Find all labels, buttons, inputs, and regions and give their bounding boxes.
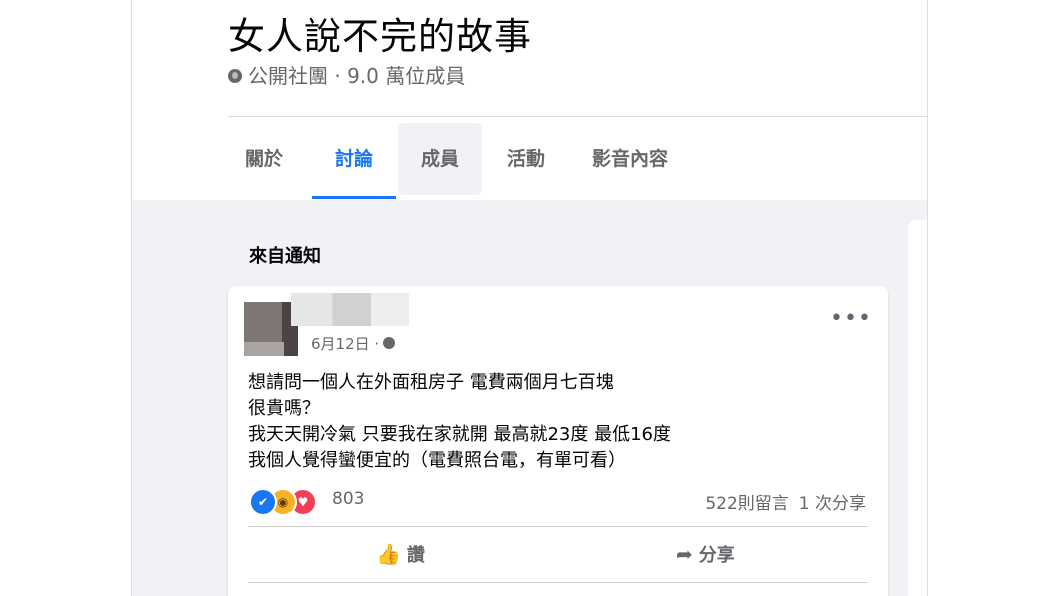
group-meta: 公開社團 · 9.0 萬位成員 <box>228 60 465 89</box>
group-title: 女人說不完的故事 <box>228 15 532 58</box>
post-text-line: 我天天開冷氣 只要我在家就開 最高就23度 最低16度 <box>248 424 671 445</box>
thumbs-up-icon: 👍 <box>376 542 401 566</box>
post-timestamp[interactable]: 6月12日 · <box>311 333 396 354</box>
post-card: 6月12日 · ••• 想請問一個人在外面租房子 電費兩個月七百塊 很貴嗎？ 我… <box>228 286 888 596</box>
comment-count-link[interactable]: 522則留言 <box>705 494 788 514</box>
side-panel <box>908 220 927 596</box>
share-button[interactable]: ➦ 分享 <box>676 536 735 572</box>
tab-discussion[interactable]: 討論 <box>312 123 396 199</box>
section-label: 來自通知 <box>249 246 321 267</box>
facebook-group-page: 女人說不完的故事 公開社團 · 9.0 萬位成員 關於 討論 成員 活動 影音內… <box>131 0 928 596</box>
reaction-count: 803 <box>332 489 365 509</box>
group-meta-text: 公開社團 · 9.0 萬位成員 <box>248 64 466 88</box>
post-body: 想請問一個人在外面租房子 電費兩個月七百塊 很貴嗎？ 我天天開冷氣 只要我在家就… <box>248 370 868 474</box>
action-divider <box>248 526 868 527</box>
tab-media[interactable]: 影音內容 <box>574 123 686 195</box>
discussion-feed: 來自通知 6月12日 · ••• 想請問一個人在外面租房子 電費兩個月七百塊 很… <box>132 200 927 596</box>
public-privacy-icon <box>383 336 396 349</box>
timestamp-text: 6月12日 · <box>311 335 380 353</box>
share-label: 分享 <box>698 545 735 566</box>
like-label: 讚 <box>406 545 425 566</box>
like-button[interactable]: 👍 讚 <box>376 536 425 572</box>
action-divider <box>248 582 868 583</box>
post-stats: 522則留言 1 次分享 <box>705 489 866 514</box>
header-divider <box>228 116 927 117</box>
avatar-blur <box>244 342 284 356</box>
tab-members[interactable]: 成員 <box>398 123 482 195</box>
like-reaction-icon: ✔ <box>249 488 277 516</box>
share-count-link[interactable]: 1 次分享 <box>799 494 866 514</box>
tab-about[interactable]: 關於 <box>234 123 294 195</box>
tab-events[interactable]: 活動 <box>484 123 568 195</box>
more-options-button[interactable]: ••• <box>830 308 871 334</box>
globe-icon <box>228 68 242 83</box>
share-arrow-icon: ➦ <box>676 542 693 566</box>
post-text-line: 我個人覺得蠻便宜的（電費照台電，有單可看） <box>248 450 626 471</box>
post-text-line: 很貴嗎？ <box>248 398 320 419</box>
group-header: 女人說不完的故事 公開社團 · 9.0 萬位成員 關於 討論 成員 活動 影音內… <box>132 0 927 200</box>
author-name-blurred[interactable] <box>291 293 409 326</box>
post-text-line: 想請問一個人在外面租房子 電費兩個月七百塊 <box>248 372 614 393</box>
